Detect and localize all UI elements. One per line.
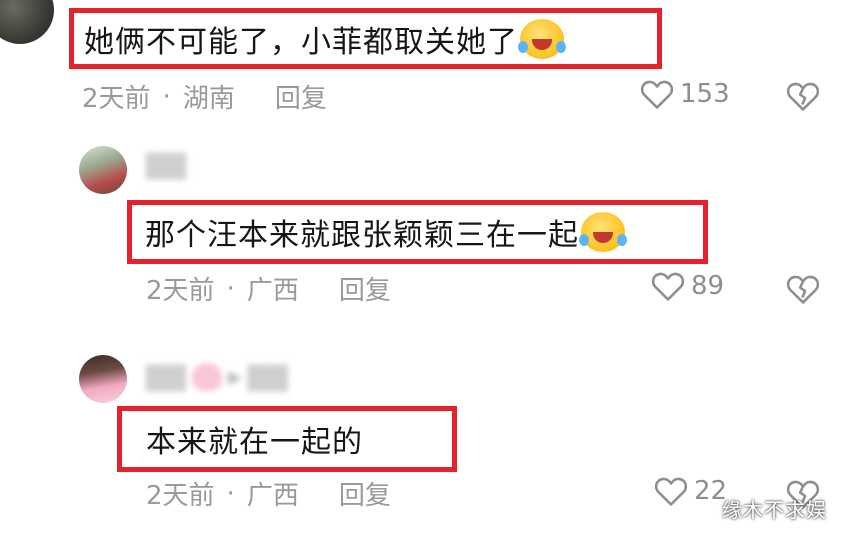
blurred-username: ▇▇ [146,150,186,180]
blurred-username: ▇▇ ▶ ▇▇ [146,362,288,392]
pink-heart-emoji-icon [192,363,222,391]
laughing-crying-emoji-icon [518,18,564,59]
comment-text: 那个汪本来就跟张颖颖三在一起 [145,218,579,253]
broken-heart-icon[interactable] [786,272,820,306]
avatar[interactable] [0,0,54,44]
heart-outline-icon [651,272,685,301]
comment-highlight-box: 她俩不可能了，小菲都取关她了 [69,8,662,69]
comment-location: 广西 [246,481,299,511]
reply-arrow-icon: ▶ [228,366,242,388]
comment-time: 2天前 [82,84,151,114]
meta-separator: · [226,478,235,509]
like-button[interactable]: 153 [640,78,730,110]
comment-time: 2天前 [146,481,215,511]
broken-heart-icon[interactable] [786,79,820,113]
watermark: 缘木不求娱 [722,498,827,522]
comment-highlight-box: 那个汪本来就跟张颖颖三在一起 [127,200,708,264]
reply-button[interactable]: 回复 [275,78,327,115]
comment-location: 湖南 [182,84,235,114]
comment-location: 广西 [246,276,299,306]
avatar[interactable] [79,146,127,194]
like-count: 153 [680,79,730,109]
laughing-crying-emoji-icon [579,212,625,252]
comment-text: 本来就在一起的 [146,425,363,460]
comment-text: 她俩不可能了，小菲都取关她了 [84,24,518,60]
comment-time: 2天前 [146,276,215,306]
avatar[interactable] [79,355,127,403]
heart-outline-icon [654,477,688,506]
comment-meta: 2天前 · 湖南 回复 [82,78,327,115]
like-button[interactable]: 89 [651,270,724,302]
comment-highlight-box: 本来就在一起的 [117,406,457,472]
heart-outline-icon [640,80,674,109]
reply-button[interactable]: 回复 [339,270,391,307]
meta-separator: · [226,273,235,304]
reply-button[interactable]: 回复 [339,475,391,512]
meta-separator: · [162,81,171,112]
like-count: 89 [691,271,725,301]
comment-meta: 2天前 · 广西 回复 [146,270,391,307]
comment-meta: 2天前 · 广西 回复 [146,475,391,512]
like-button[interactable]: 22 [654,475,727,507]
